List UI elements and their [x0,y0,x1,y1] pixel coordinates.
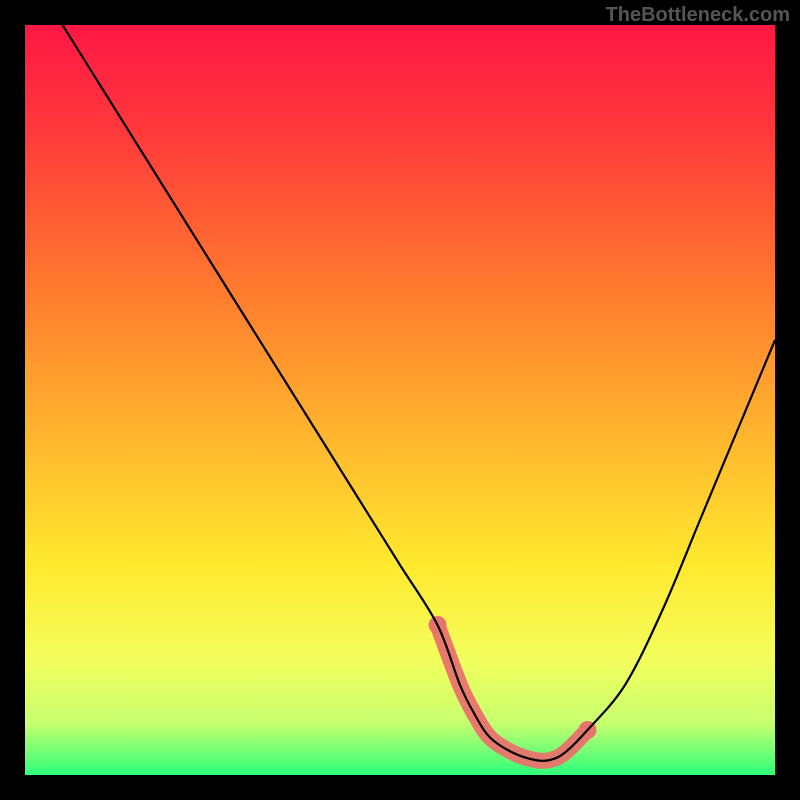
watermark-text: TheBottleneck.com [606,4,790,27]
gradient-background [25,25,775,775]
chart-svg [25,25,775,775]
plot-area [25,25,775,775]
chart-container: TheBottleneck.com [0,0,800,800]
